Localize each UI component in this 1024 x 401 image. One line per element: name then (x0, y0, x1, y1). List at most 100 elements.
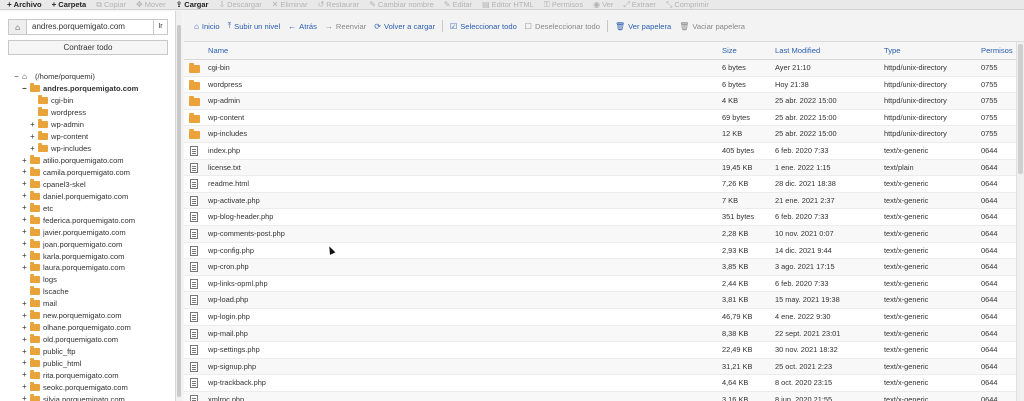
expand-icon[interactable]: + (22, 335, 30, 344)
action-deseleccionar-todo[interactable]: ☐ Deseleccionar todo (521, 19, 604, 33)
expand-icon[interactable]: + (22, 383, 30, 391)
action-volver-a-cargar[interactable]: ⟳ Volver a cargar (370, 19, 439, 33)
file-name[interactable]: wp-login.php (208, 309, 250, 326)
expand-icon[interactable]: + (22, 311, 30, 320)
expand-icon[interactable]: + (30, 144, 38, 153)
table-row[interactable]: index.php 405 bytes 6 feb. 2020 7:33 text/x… (184, 143, 1024, 160)
tree-item[interactable]: + wp-includes (14, 143, 172, 155)
tree-item[interactable]: + public_ftp (14, 346, 172, 358)
tree-item[interactable]: + new.porquemigato.com (14, 310, 172, 322)
expand-icon[interactable]: + (22, 371, 30, 379)
tree-item[interactable]: + cpanel3-skel (14, 178, 172, 190)
tree-item[interactable]: + laura.porquemigato.com (14, 262, 172, 274)
table-row[interactable]: wp-config.php 2,93 KB 14 dic. 2021 9:44 tex… (184, 243, 1024, 260)
expand-icon[interactable]: + (22, 395, 30, 401)
tree-item[interactable]: + olhane.porquemigato.com (14, 322, 172, 334)
table-row[interactable]: wp-login.php 46,79 KB 4 ene. 2022 9:30 text… (184, 309, 1024, 326)
tree-item[interactable]: − ⌂ (/home/porquemi) (14, 71, 172, 83)
tree-item[interactable]: + old.porquemigato.com (14, 334, 172, 346)
tree-item[interactable]: + wp-content (14, 131, 172, 143)
table-row[interactable]: cgi-bin 6 bytes Ayer 21:10 httpd/unix-direc… (184, 60, 1024, 77)
action-seleccionar-todo[interactable]: ☑ Seleccionar todo (446, 19, 521, 33)
tree-item[interactable]: + federica.porquemigato.com (14, 214, 172, 226)
header-size[interactable]: Size (722, 42, 737, 60)
table-row[interactable]: wp-signup.php 31,21 KB 25 oct. 2021 2:23 te… (184, 358, 1024, 376)
expand-icon[interactable]: + (22, 323, 30, 332)
header-permissions[interactable]: Permisos (981, 42, 1013, 60)
table-row[interactable]: wp-admin 4 KB 25 abr. 2022 15:00 httpd/unix… (184, 93, 1024, 110)
expand-icon[interactable]: + (22, 156, 30, 165)
file-name[interactable]: wp-config.php (208, 243, 254, 260)
toolbar-item-editor-html[interactable]: ▤ Editor HTML (478, 0, 540, 10)
table-row[interactable]: wp-trackback.php 4,64 KB 8 oct. 2020 23:15… (184, 375, 1024, 392)
expand-icon[interactable]: + (22, 263, 30, 272)
file-name[interactable]: index.php (208, 143, 240, 160)
expand-icon[interactable]: + (30, 120, 38, 129)
action-ver-papelera[interactable]: 🗑 Ver papelera (611, 19, 675, 33)
file-name[interactable]: wp-comments-post.php (208, 226, 285, 243)
file-list-scroll-thumb[interactable] (1018, 44, 1023, 174)
tree-item[interactable]: + wp-admin (14, 119, 172, 131)
toolbar-item-comprimir[interactable]: ⤡ Comprimir (662, 0, 715, 10)
expand-icon[interactable]: + (22, 180, 30, 188)
file-name[interactable]: wordpress (208, 77, 242, 94)
toolbar-item-restaurar[interactable]: ↺ Restaurar (314, 0, 366, 10)
toolbar-item-permisos[interactable]: ⚿ Permisos (540, 0, 589, 10)
table-row[interactable]: wp-settings.php 22,49 KB 30 nov. 2021 18:3… (184, 342, 1024, 359)
file-name[interactable]: cgi-bin (208, 60, 230, 77)
tree-item[interactable]: + javier.porquemigato.com (14, 226, 172, 238)
table-row[interactable]: wp-includes 12 KB 25 abr. 2022 15:00 httpd/… (184, 126, 1024, 143)
tree-item[interactable]: + atilio.porquemigato.com (14, 155, 172, 167)
tree-item[interactable]: lscache (14, 286, 172, 298)
expand-icon[interactable]: + (22, 359, 30, 367)
table-row[interactable]: wp-comments-post.php 2,28 KB 10 nov. 2021 … (184, 225, 1024, 243)
header-last-modified[interactable]: Last Modified (775, 42, 820, 60)
file-name[interactable]: license.txt (208, 160, 241, 177)
toolbar-item-extraer[interactable]: ⤢ Extraer (619, 0, 662, 10)
toolbar-item-cargar[interactable]: ⇪ Cargar (172, 0, 215, 10)
tree-item[interactable]: + etc (14, 202, 172, 214)
toolbar-item-editar[interactable]: ✎ Editar (440, 0, 478, 10)
table-row[interactable]: wp-links-opml.php 2,44 KB 6 feb. 2020 7:33… (184, 276, 1024, 293)
toolbar-item-ver[interactable]: ◉ Ver (589, 0, 619, 10)
tree-item[interactable]: + rita.porquemigato.com (14, 369, 172, 381)
header-type[interactable]: Type (884, 42, 900, 60)
table-row[interactable]: wp-content 69 bytes 25 abr. 2022 15:00 http… (184, 110, 1024, 127)
tree-item[interactable]: + mail (14, 298, 172, 310)
file-name[interactable]: wp-links-opml.php (208, 276, 268, 293)
file-name[interactable]: wp-admin (208, 93, 240, 110)
expand-icon[interactable]: + (22, 347, 30, 356)
action-vaciar-papelera[interactable]: 🗑 Vaciar papelera (675, 19, 749, 33)
action-subir-un-nivel[interactable]: ⤒ Subir un nivel (224, 19, 285, 33)
tree-item[interactable]: cgi-bin (14, 95, 172, 107)
file-name[interactable]: wp-content (208, 110, 244, 127)
file-name[interactable]: readme.html (208, 176, 249, 193)
file-name[interactable]: wp-signup.php (208, 359, 256, 376)
expand-icon[interactable]: + (22, 240, 30, 248)
action-inicio[interactable]: ⌂ Inicio (190, 19, 224, 33)
file-name[interactable]: wp-mail.php (208, 326, 248, 343)
file-name[interactable]: wp-cron.php (208, 259, 249, 276)
table-row[interactable]: wp-mail.php 8,38 KB 22 sept. 2021 23:01 tex… (184, 325, 1024, 343)
tree-item[interactable]: + seokc.porquemigato.com (14, 381, 172, 393)
tree-item[interactable]: + public_html (14, 357, 172, 370)
file-name[interactable]: xmlrpc.php (208, 392, 244, 401)
table-row[interactable]: wp-blog-header.php 351 bytes 6 feb. 2020 7… (184, 209, 1024, 226)
file-name[interactable]: wp-activate.php (208, 193, 260, 210)
table-row[interactable]: readme.html 7,26 KB 28 dic. 2021 18:38 text… (184, 176, 1024, 193)
tree-item[interactable]: logs (14, 274, 172, 286)
table-row[interactable]: wp-load.php 3,81 KB 15 may. 2021 19:38 text… (184, 292, 1024, 309)
expand-icon[interactable]: + (22, 192, 30, 200)
table-row[interactable]: xmlrpc.php 3,16 KB 8 jun. 2020 21:55 text/x… (184, 391, 1024, 401)
file-name[interactable]: wp-includes (208, 126, 247, 143)
expand-icon[interactable]: + (30, 132, 38, 141)
file-list-scrollbar[interactable] (1016, 42, 1024, 401)
expand-icon[interactable]: + (22, 252, 30, 260)
expand-icon[interactable]: + (22, 204, 30, 212)
action-reenviar[interactable]: → Reenviar (321, 19, 370, 33)
toolbar-item-cambiar-nombre[interactable]: ✎ Cambiar nombre (365, 0, 440, 10)
tree-item[interactable]: + daniel.porquemigato.com (14, 190, 172, 202)
expand-icon[interactable]: + (22, 216, 30, 224)
collapse-all-button[interactable]: Contraer todo (8, 40, 168, 55)
home-icon[interactable]: ⌂ (9, 20, 27, 34)
